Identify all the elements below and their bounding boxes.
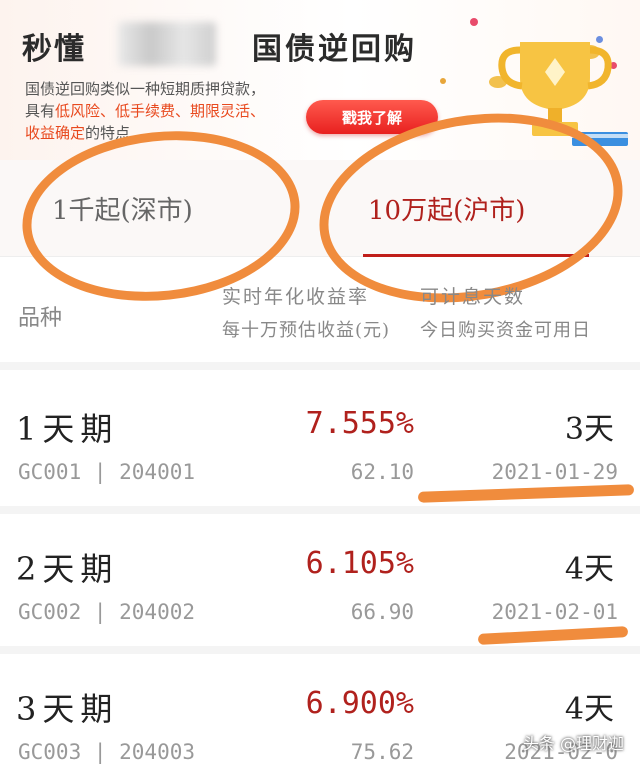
divider	[0, 362, 640, 370]
tab-shenzhen[interactable]: 1千起(深市)	[52, 190, 193, 227]
row-term: 3天期	[16, 690, 119, 728]
trophy-icon	[489, 42, 628, 146]
header-interest-days: 可计息天数	[420, 286, 526, 308]
tab-shanghai[interactable]: 10万起(沪市)	[368, 190, 525, 227]
row-rate: 6.900%	[305, 686, 414, 721]
row-rate: 6.105%	[305, 546, 414, 581]
table-row[interactable]: 1天期 GC001 | 204001 7.555% 62.10 3天 2021-…	[0, 372, 640, 502]
row-estimated-income: 75.62	[350, 740, 414, 764]
row-estimated-income: 62.10	[350, 460, 414, 484]
banner-title-left: 秒懂	[22, 32, 86, 67]
market-tabs: 1千起(深市) 10万起(沪市)	[0, 160, 640, 257]
row-available-date: 2021-01-29	[491, 460, 618, 484]
row-code: GC003 | 204003	[18, 740, 196, 764]
table-header: 品种 实时年化收益率 可计息天数 每十万预估收益(元) 今日购买资金可用日	[0, 256, 640, 362]
row-code: GC001 | 204001	[18, 460, 196, 484]
row-estimated-income: 66.90	[350, 600, 414, 624]
row-term: 2天期	[16, 550, 119, 588]
header-variety: 品种	[18, 306, 63, 331]
row-rate: 7.555%	[305, 406, 414, 441]
row-term: 1天期	[16, 410, 119, 448]
row-available-date: 2021-02-01	[491, 600, 618, 624]
learn-more-button[interactable]: 戳我了解	[306, 100, 438, 134]
row-interest-days: 4天	[564, 692, 614, 727]
header-annual-rate: 实时年化收益率	[222, 286, 370, 308]
header-estimated-income: 每十万预估收益(元)	[222, 320, 391, 341]
banner-description: 国债逆回购类似一种短期质押贷款， 具有低风险、低手续费、期限灵活、 收益确定的特…	[25, 80, 266, 142]
row-interest-days: 3天	[564, 412, 614, 447]
blurred-region	[118, 22, 216, 66]
row-interest-days: 4天	[564, 552, 614, 587]
banner-title: 国债逆回购	[252, 32, 417, 67]
promo-banner: 秒懂 国债逆回购 国债逆回购类似一种短期质押贷款， 具有低风险、低手续费、期限灵…	[0, 0, 640, 160]
table-row[interactable]: 3天期 GC003 | 204003 6.900% 75.62 4天 2021-…	[0, 652, 640, 782]
watermark: 头条 @理财迦	[522, 734, 624, 753]
row-code: GC002 | 204002	[18, 600, 196, 624]
header-fund-available-date: 今日购买资金可用日	[420, 320, 591, 341]
confetti-dot	[470, 18, 478, 26]
confetti-dot	[440, 78, 446, 84]
table-row[interactable]: 2天期 GC002 | 204002 6.105% 66.90 4天 2021-…	[0, 512, 640, 642]
